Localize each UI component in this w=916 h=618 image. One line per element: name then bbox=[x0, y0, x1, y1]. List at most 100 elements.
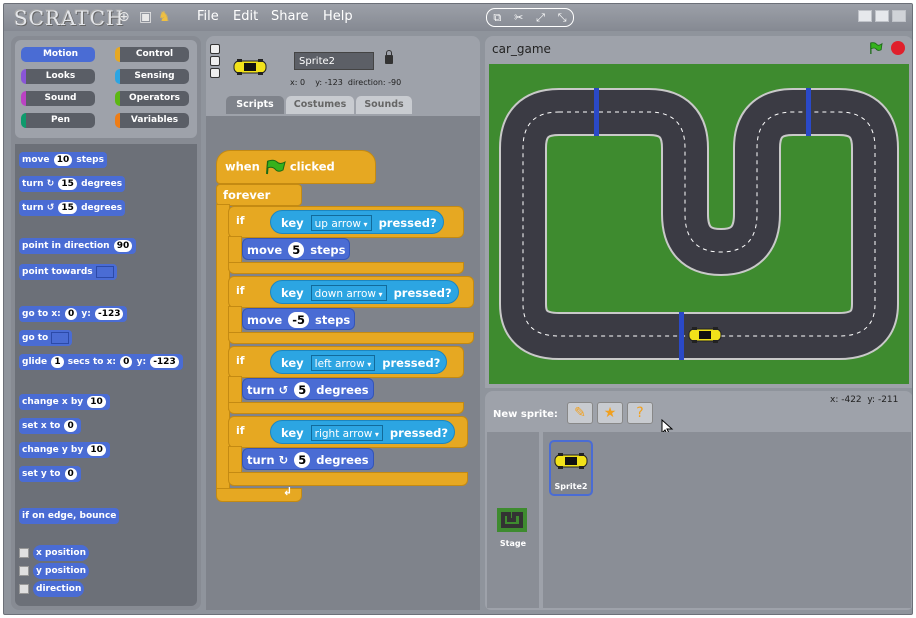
loop-arrow-icon: ↲ bbox=[283, 485, 293, 498]
turn-left-5-block[interactable]: turn ↺ 5 degrees bbox=[242, 378, 374, 400]
key-dropdown-up[interactable]: up arrow bbox=[310, 215, 372, 231]
turn-right-5-block[interactable]: turn ↻ 5 degrees bbox=[242, 448, 374, 470]
rotation-style-flip-icon[interactable] bbox=[210, 56, 220, 66]
set-y-block[interactable]: set y to 0 bbox=[19, 466, 81, 482]
car-sprite[interactable] bbox=[687, 326, 723, 344]
paint-new-sprite-icon[interactable]: ✎ bbox=[567, 402, 593, 424]
point-towards-block[interactable]: point towards bbox=[19, 264, 117, 280]
rotate-clockwise-icon: ↻ bbox=[46, 179, 55, 189]
lock-icon[interactable] bbox=[385, 50, 393, 64]
forever-block-bottom: ↲ bbox=[216, 485, 302, 502]
category-selector: Motion Control Looks Sensing Sound Opera… bbox=[15, 40, 197, 138]
y-position-checkbox[interactable] bbox=[19, 566, 29, 576]
key-pressed-right-block[interactable]: key right arrow pressed? bbox=[270, 420, 456, 444]
change-y-block[interactable]: change y by 10 bbox=[19, 442, 110, 458]
new-sprite-label: New sprite: bbox=[493, 409, 558, 420]
key-pressed-up-block[interactable]: key up arrow pressed? bbox=[270, 210, 444, 234]
move-minus-5-block[interactable]: move -5 steps bbox=[242, 308, 356, 330]
bounce-block[interactable]: if on edge, bounce bbox=[19, 508, 120, 524]
normal-stage-icon[interactable] bbox=[875, 10, 889, 22]
category-sensing[interactable]: Sensing bbox=[115, 69, 189, 84]
green-flag-icon[interactable] bbox=[869, 42, 883, 54]
project-title: car_game bbox=[492, 42, 551, 56]
x-position-reporter[interactable]: x position bbox=[33, 545, 89, 561]
green-flag-icon bbox=[265, 159, 286, 175]
move-steps-block[interactable]: move 10 steps bbox=[19, 152, 107, 168]
when-flag-clicked-block[interactable]: when clicked bbox=[216, 150, 376, 184]
rotation-style-full-icon[interactable] bbox=[210, 44, 220, 54]
x-position-checkbox[interactable] bbox=[19, 548, 29, 558]
sprites-panel: x: -422 y: -211 New sprite: ✎ ★ ? Stage bbox=[485, 391, 912, 610]
sprite-thumbnail-sprite2[interactable]: Sprite2 bbox=[549, 440, 593, 496]
stage-selector[interactable]: Stage bbox=[487, 432, 539, 608]
glide-block[interactable]: glide 1 secs to x: 0 y: -123 bbox=[19, 354, 183, 370]
move-5-block[interactable]: move 5 steps bbox=[242, 238, 351, 260]
key-dropdown-right[interactable]: right arrow bbox=[310, 425, 383, 441]
sprite-tools: ⧉ ✂ ⤢ ⤡ bbox=[486, 8, 574, 27]
set-x-block[interactable]: set x to 0 bbox=[19, 418, 81, 434]
direction-reporter[interactable]: direction bbox=[33, 581, 85, 597]
menu-edit[interactable]: Edit bbox=[233, 9, 258, 24]
sprite-label: Sprite2 bbox=[554, 482, 588, 491]
turn-right-block[interactable]: turn ↻ 15 degrees bbox=[19, 176, 126, 192]
tab-scripts[interactable]: Scripts bbox=[226, 96, 284, 114]
sprite-name-field[interactable]: Sprite2 bbox=[294, 52, 374, 70]
go-to-xy-block[interactable]: go to x: 0 y: -123 bbox=[19, 306, 128, 322]
if-label: if bbox=[236, 284, 245, 297]
tab-costumes[interactable]: Costumes bbox=[286, 96, 354, 114]
point-towards-dropdown[interactable] bbox=[95, 265, 114, 278]
shrink-icon[interactable]: ⤡ bbox=[558, 11, 567, 25]
save-icon[interactable]: ▣ bbox=[139, 9, 152, 25]
category-variables[interactable]: Variables bbox=[115, 113, 189, 128]
key-dropdown-down[interactable]: down arrow bbox=[310, 285, 387, 301]
category-motion[interactable]: Motion bbox=[21, 47, 95, 62]
menu-share[interactable]: Share bbox=[271, 9, 309, 24]
stage-label: Stage bbox=[499, 539, 527, 548]
category-control[interactable]: Control bbox=[115, 47, 189, 62]
tab-sounds[interactable]: Sounds bbox=[356, 96, 412, 114]
choose-sprite-from-file-icon[interactable]: ★ bbox=[597, 402, 623, 424]
key-pressed-left-block[interactable]: key left arrow pressed? bbox=[270, 350, 448, 374]
share-icon[interactable]: ♞ bbox=[158, 9, 171, 25]
stage-canvas[interactable] bbox=[489, 64, 909, 384]
menubar: SCRATCH ⊕ ▣ ♞ File Edit Share Help ⧉ ✂ ⤢… bbox=[4, 4, 912, 31]
duplicate-icon[interactable]: ⧉ bbox=[493, 11, 501, 25]
key-dropdown-left[interactable]: left arrow bbox=[310, 355, 376, 371]
random-sprite-icon[interactable]: ? bbox=[627, 402, 653, 424]
small-stage-icon[interactable] bbox=[858, 10, 872, 22]
key-pressed-down-block[interactable]: key down arrow pressed? bbox=[270, 280, 459, 304]
change-x-block[interactable]: change x by 10 bbox=[19, 394, 110, 410]
presentation-mode-icon[interactable] bbox=[892, 10, 906, 22]
menu-help[interactable]: Help bbox=[323, 9, 353, 24]
point-in-direction-block[interactable]: point in direction 90 bbox=[19, 238, 137, 254]
rotation-style-none-icon[interactable] bbox=[210, 68, 220, 78]
category-operators[interactable]: Operators bbox=[115, 91, 189, 106]
forever-block[interactable]: forever bbox=[216, 184, 302, 206]
y-position-reporter[interactable]: y position bbox=[33, 563, 90, 579]
scratch-logo[interactable]: SCRATCH bbox=[14, 6, 125, 30]
block-palette: move 10 steps turn ↻ 15 degrees turn ↺ 1… bbox=[15, 144, 197, 606]
category-sound[interactable]: Sound bbox=[21, 91, 95, 106]
rotate-counterclockwise-icon: ↺ bbox=[46, 203, 55, 213]
direction-checkbox[interactable] bbox=[19, 584, 29, 594]
menu-file[interactable]: File bbox=[197, 9, 219, 24]
stage-thumbnail bbox=[497, 508, 527, 532]
if-bottom-down bbox=[228, 332, 474, 344]
go-to-block[interactable]: go to bbox=[19, 330, 73, 346]
stop-button[interactable] bbox=[891, 41, 905, 55]
grow-icon[interactable]: ⤢ bbox=[536, 11, 545, 25]
mouse-coordinates: x: -422 y: -211 bbox=[830, 395, 899, 405]
turn-left-block[interactable]: turn ↺ 15 degrees bbox=[19, 200, 126, 216]
if-bottom-up bbox=[228, 262, 464, 274]
category-pen[interactable]: Pen bbox=[21, 113, 95, 128]
sprite-coordinates: x: 0 y: -123 direction: -90 bbox=[290, 78, 402, 87]
if-label: if bbox=[236, 354, 245, 367]
if-bottom-right bbox=[228, 472, 468, 486]
delete-icon[interactable]: ✂ bbox=[514, 11, 523, 24]
sprite-thumbnail-car-icon bbox=[233, 59, 267, 75]
globe-icon[interactable]: ⊕ bbox=[118, 9, 130, 25]
category-looks[interactable]: Looks bbox=[21, 69, 95, 84]
go-to-dropdown[interactable] bbox=[51, 331, 70, 344]
scratch-window: SCRATCH ⊕ ▣ ♞ File Edit Share Help ⧉ ✂ ⤢… bbox=[3, 3, 913, 615]
scripts-area[interactable]: when clicked forever ↲ if key up arrow p… bbox=[206, 116, 480, 610]
